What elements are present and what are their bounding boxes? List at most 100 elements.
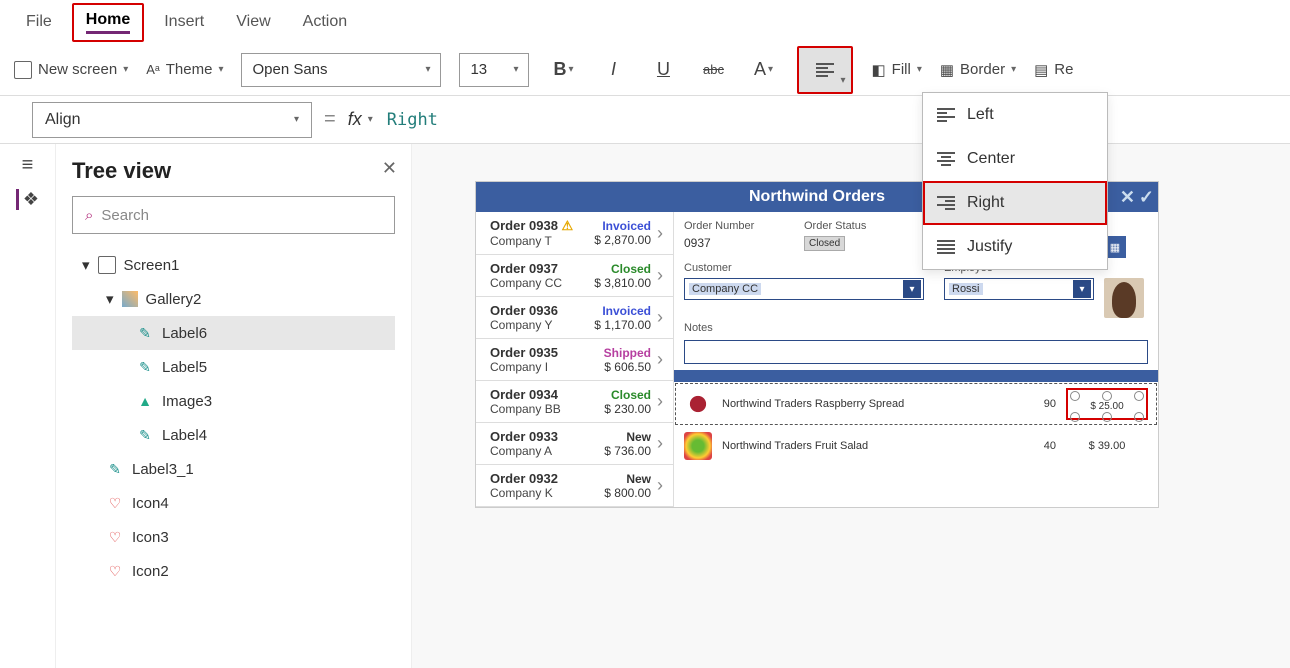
- qty: 90: [1026, 398, 1056, 410]
- reorder-label: Re: [1054, 61, 1073, 78]
- align-icon: [816, 63, 834, 77]
- tree-node-gallery2[interactable]: ▾ Gallery2: [72, 282, 395, 316]
- tree-node-label6[interactable]: ✎Label6: [72, 316, 395, 350]
- tree-node-icon4[interactable]: ♡Icon4: [72, 486, 395, 520]
- tree-view-icon[interactable]: ❖: [16, 189, 39, 210]
- align-justify-option[interactable]: Justify: [923, 225, 1107, 269]
- align-left-option[interactable]: Left: [923, 93, 1107, 137]
- bold-button[interactable]: B▾: [547, 54, 579, 86]
- check-icon[interactable]: ✓: [1139, 187, 1154, 208]
- order-item[interactable]: Order 0933Company A New$ 736.00 ›: [476, 423, 673, 465]
- product-thumb: [684, 432, 712, 460]
- tree-node-label4[interactable]: ✎Label4: [72, 418, 395, 452]
- employee-photo: [1104, 278, 1144, 318]
- tree-node-icon3[interactable]: ♡Icon3: [72, 520, 395, 554]
- order-item[interactable]: Order 0935Company I Shipped$ 606.50 ›: [476, 339, 673, 381]
- selection-handles[interactable]: $ 25.00: [1066, 388, 1148, 420]
- chevron-right-icon: ›: [657, 475, 663, 496]
- label-icon: ✎: [106, 460, 124, 478]
- chevron-down-icon: ▾: [368, 114, 373, 125]
- align-center-icon: [937, 152, 955, 166]
- chevron-down-icon: ▾: [513, 64, 518, 75]
- chevron-down-icon: ▾: [1011, 64, 1016, 75]
- opt-label: Center: [967, 150, 1015, 168]
- property-select[interactable]: Align ▾: [32, 102, 312, 138]
- align-center-option[interactable]: Center: [923, 137, 1107, 181]
- tab-action[interactable]: Action: [291, 7, 359, 37]
- tree-search-input[interactable]: ⌕ Search: [72, 196, 395, 234]
- screen-icon: [98, 256, 116, 274]
- theme-button[interactable]: Aᵃ Theme ▾: [146, 61, 223, 78]
- tab-file[interactable]: File: [14, 7, 64, 37]
- employee-select[interactable]: Rossi ▾: [944, 278, 1094, 300]
- order-line-selected[interactable]: Northwind Traders Raspberry Spread 90 $ …: [674, 382, 1158, 426]
- node-label: Screen1: [124, 257, 180, 274]
- image-icon: ▲: [136, 392, 154, 410]
- strikethrough-button[interactable]: abc: [697, 54, 729, 86]
- node-label: Label6: [162, 325, 207, 342]
- order-item[interactable]: Order 0932Company K New$ 800.00 ›: [476, 465, 673, 507]
- tree-node-label5[interactable]: ✎Label5: [72, 350, 395, 384]
- close-icon[interactable]: ✕: [1120, 187, 1135, 208]
- price: $ 25.00: [1070, 401, 1144, 412]
- align-right-option[interactable]: Right: [923, 181, 1107, 225]
- opt-label: Left: [967, 106, 994, 124]
- tree: ▾Screen1 ▾Gallery2 ✎Label6 ✎Label5 ▲Imag…: [72, 248, 395, 588]
- order-item[interactable]: Order 0934Company BB Closed$ 230.00 ›: [476, 381, 673, 423]
- tree-view-panel: Tree view ✕ ⌕ Search ▾Screen1 ▾Gallery2 …: [56, 144, 412, 668]
- font-color-button[interactable]: A▾: [747, 54, 779, 86]
- notes-label: Notes: [684, 322, 1148, 334]
- order-item[interactable]: Order 0938 ⚠Company T Invoiced$ 2,870.00…: [476, 212, 673, 255]
- search-placeholder: Search: [101, 207, 149, 224]
- app-title: Northwind Orders: [749, 188, 885, 206]
- tab-view[interactable]: View: [224, 7, 282, 37]
- order-item[interactable]: Order 0936Company Y Invoiced$ 1,170.00 ›: [476, 297, 673, 339]
- fill-icon: ◧: [871, 61, 885, 79]
- label-icon: ✎: [136, 358, 154, 376]
- border-button[interactable]: ▦ Border ▾: [940, 61, 1016, 79]
- align-justify-icon: [937, 240, 955, 254]
- price: $ 39.00: [1066, 440, 1148, 452]
- reorder-button[interactable]: ▤ Re: [1034, 61, 1073, 79]
- close-icon[interactable]: ✕: [382, 158, 397, 179]
- tree-node-screen1[interactable]: ▾ Screen1: [72, 248, 395, 282]
- order-line[interactable]: Northwind Traders Fruit Salad 40 $ 39.00: [674, 426, 1158, 466]
- node-label: Label4: [162, 427, 207, 444]
- expand-icon: ▾: [106, 290, 114, 308]
- node-label: Label3_1: [132, 461, 194, 478]
- hamburger-icon[interactable]: ≡: [22, 154, 34, 177]
- equals-sign: =: [324, 108, 336, 131]
- theme-label: Theme: [166, 61, 213, 78]
- ordernum-value: 0937: [684, 236, 794, 258]
- icon-icon: ♡: [106, 494, 124, 512]
- notes-input[interactable]: [684, 340, 1148, 364]
- font-select[interactable]: Open Sans ▾: [241, 53, 441, 87]
- chevron-down-icon: ▾: [917, 64, 922, 75]
- align-right-icon: [937, 196, 955, 210]
- customer-select[interactable]: Company CC ▾: [684, 278, 924, 300]
- underline-button[interactable]: U: [647, 54, 679, 86]
- menubar: File Home Insert View Action: [0, 0, 1290, 44]
- order-item[interactable]: Order 0937Company CC Closed$ 3,810.00 ›: [476, 255, 673, 297]
- fill-button[interactable]: ◧ Fill ▾: [871, 61, 921, 79]
- node-label: Image3: [162, 393, 212, 410]
- formula-value[interactable]: Right: [387, 110, 438, 130]
- font-size-value: 13: [470, 61, 487, 78]
- chevron-down-icon: ▾: [218, 64, 223, 75]
- orders-list[interactable]: Order 0938 ⚠Company T Invoiced$ 2,870.00…: [476, 212, 674, 507]
- tree-node-label3-1[interactable]: ✎ Label3_1: [72, 452, 395, 486]
- tab-insert[interactable]: Insert: [152, 7, 216, 37]
- tree-node-icon2[interactable]: ♡Icon2: [72, 554, 395, 588]
- border-label: Border: [960, 61, 1005, 78]
- tab-home[interactable]: Home: [72, 3, 144, 42]
- node-label: Gallery2: [146, 291, 202, 308]
- tree-node-image3[interactable]: ▲ Image3: [72, 384, 395, 418]
- product-name: Northwind Traders Fruit Salad: [722, 440, 1016, 452]
- text-align-button[interactable]: ▾: [797, 46, 853, 94]
- expand-icon: ▾: [82, 256, 90, 274]
- italic-button[interactable]: I: [597, 54, 629, 86]
- opt-label: Right: [967, 194, 1004, 212]
- new-screen-button[interactable]: New screen ▾: [14, 61, 128, 79]
- customer-label: Customer: [684, 262, 794, 274]
- font-size-select[interactable]: 13 ▾: [459, 53, 529, 87]
